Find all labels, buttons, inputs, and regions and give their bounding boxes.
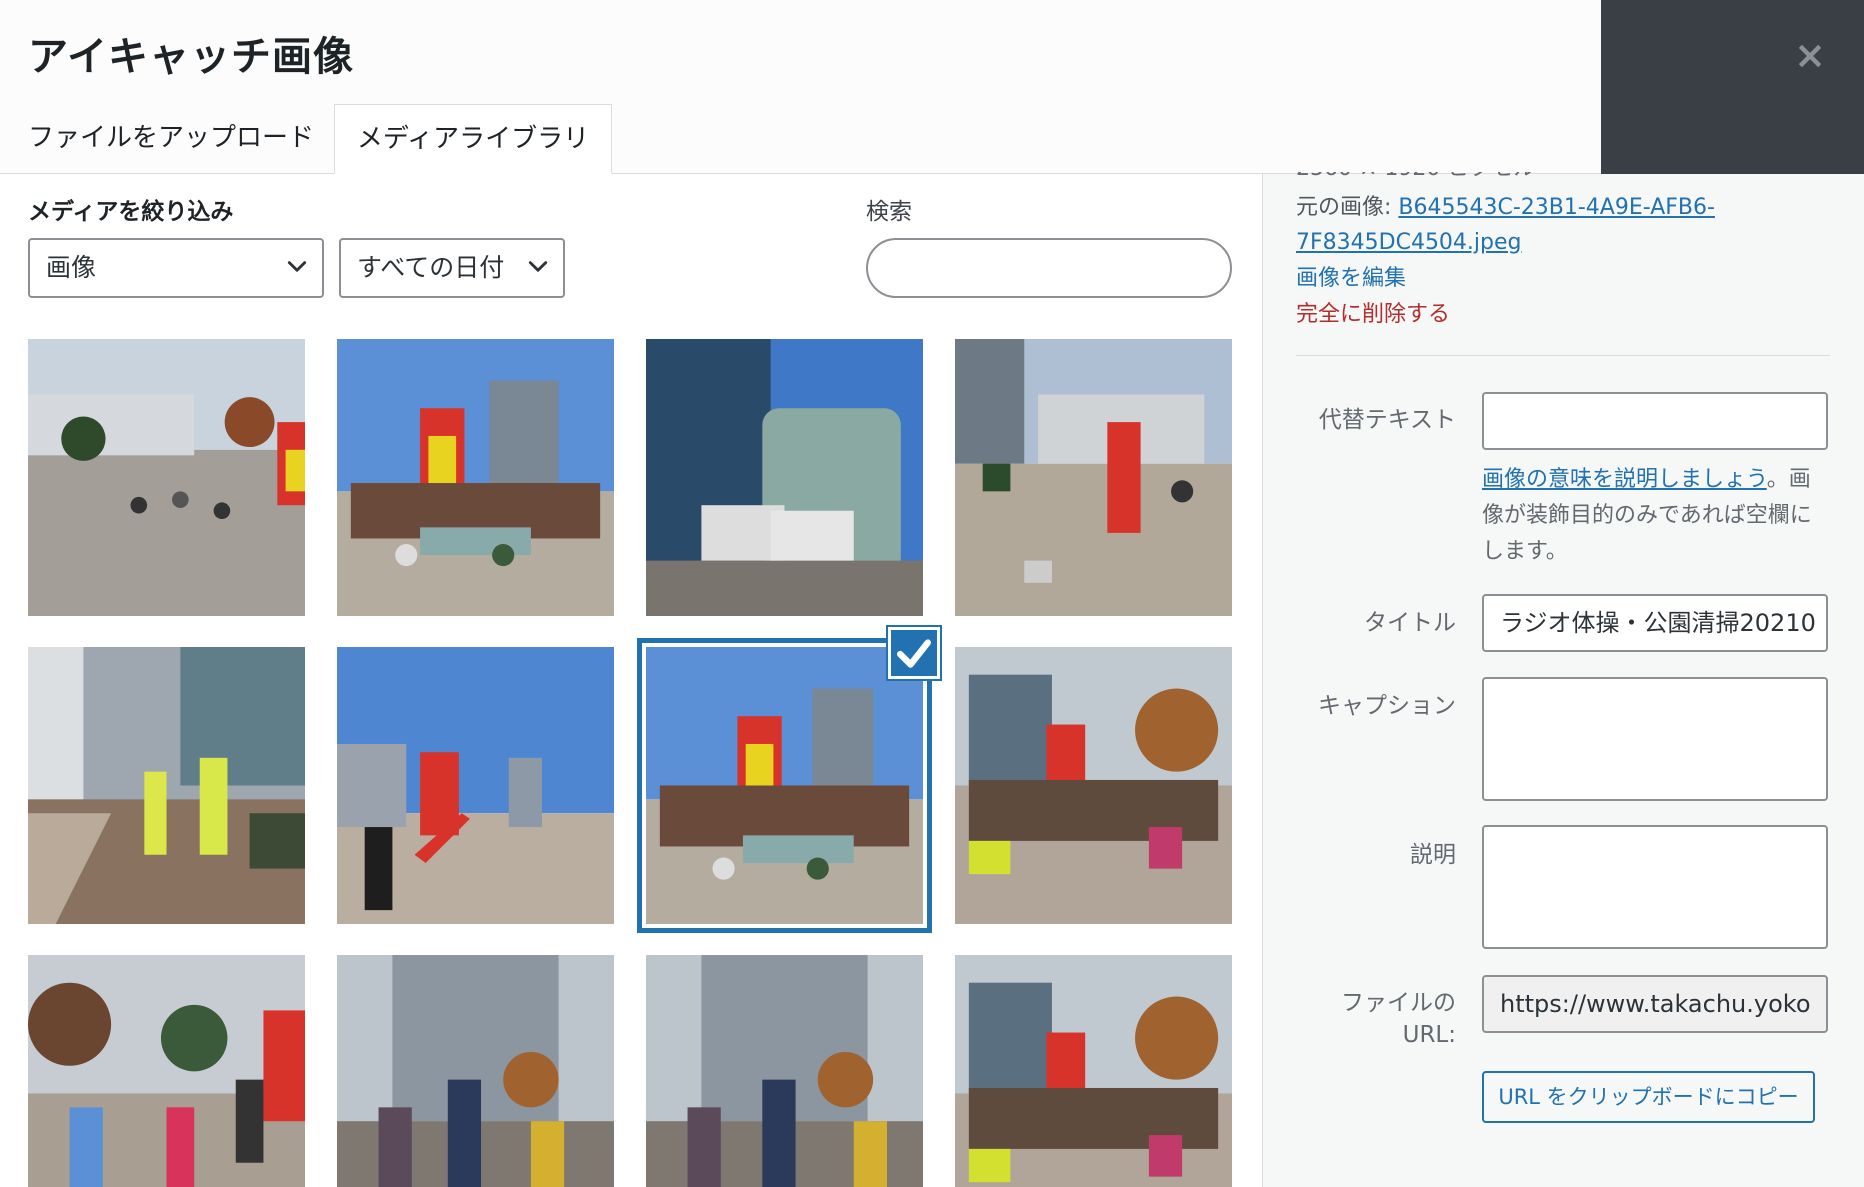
modal-title: アイキャッチ画像 <box>28 34 354 80</box>
description-field[interactable] <box>1482 825 1828 949</box>
media-thumbnail[interactable] <box>646 955 923 1187</box>
media-thumbnail[interactable] <box>28 339 305 616</box>
media-thumbnail[interactable] <box>646 339 923 616</box>
edit-image-row: 画像を編集 <box>1296 261 1406 297</box>
street-photo-image <box>28 647 305 924</box>
chevron-down-icon <box>287 261 307 272</box>
playground-photo-image <box>337 647 614 924</box>
delete-permanently-link[interactable]: 完全に削除する <box>1296 302 1450 327</box>
original-image-row-2: 7F8345DC4504.jpeg <box>1296 225 1522 261</box>
park-photo-image <box>28 339 305 616</box>
file-url-label-line1: ファイルの <box>1341 990 1456 1016</box>
close-icon[interactable]: × <box>1780 30 1840 80</box>
alt-text-help-text-3: します。 <box>1482 539 1568 564</box>
original-image-row: 元の画像: B645543C-23B1-4A9E-AFB6- <box>1296 190 1715 226</box>
park-photo-image <box>28 955 305 1187</box>
alt-text-help-link[interactable]: 画像の意味を説明しましょう <box>1482 467 1767 492</box>
playground-photo-image <box>955 339 1232 616</box>
building-photo-image <box>646 339 923 616</box>
alt-text-help: 画像の意味を説明しましょう。画 像が装飾目的のみであれば空欄に します。 <box>1482 462 1832 570</box>
original-image-label: 元の画像: <box>1296 195 1399 220</box>
group-photo-image <box>955 955 1232 1187</box>
divider <box>1296 355 1830 356</box>
media-thumbnail[interactable] <box>28 955 305 1187</box>
caption-field[interactable] <box>1482 677 1828 801</box>
search-label: 検索 <box>866 199 912 225</box>
date-select[interactable]: すべての日付 <box>339 238 565 298</box>
media-type-select[interactable]: 画像 <box>28 238 324 298</box>
media-thumbnail[interactable] <box>337 647 614 924</box>
alt-text-field[interactable] <box>1482 392 1828 450</box>
exercise-photo-image <box>337 955 614 1187</box>
media-thumbnail[interactable] <box>955 647 1232 924</box>
media-type-value: 画像 <box>46 253 97 282</box>
filter-label: メディアを絞り込み <box>28 199 234 225</box>
media-thumbnail[interactable] <box>337 339 614 616</box>
edit-image-link[interactable]: 画像を編集 <box>1296 266 1406 291</box>
group-photo-image <box>955 647 1232 924</box>
media-thumbnail[interactable] <box>955 955 1232 1187</box>
title-label: タイトル <box>1364 610 1456 636</box>
exercise-photo-image <box>646 955 923 1187</box>
original-image-link[interactable]: B645543C-23B1-4A9E-AFB6- <box>1398 195 1715 220</box>
tab-upload-files[interactable]: ファイルをアップロード <box>8 104 334 174</box>
delete-row: 完全に削除する <box>1296 297 1450 333</box>
chevron-down-icon <box>528 261 548 272</box>
media-thumbnail[interactable] <box>28 647 305 924</box>
description-label: 説明 <box>1410 842 1456 868</box>
file-url-label: ファイルの URL: <box>1256 987 1456 1051</box>
file-url-field[interactable]: https://www.takachu.yoko <box>1482 975 1828 1033</box>
modal-header: アイキャッチ画像 ファイルをアップロード メディアライブラリ <box>0 0 1601 174</box>
alt-text-label: 代替テキスト <box>1318 407 1456 433</box>
caption-label: キャプション <box>1318 693 1456 719</box>
search-input[interactable] <box>866 238 1232 298</box>
original-image-link-cont[interactable]: 7F8345DC4504.jpeg <box>1296 230 1522 255</box>
file-url-label-line2: URL: <box>1402 1022 1456 1048</box>
media-modal: アイキャッチ画像 ファイルをアップロード メディアライブラリ × メディアを絞り… <box>0 0 1864 1187</box>
date-value: すべての日付 <box>357 253 505 282</box>
checkmark-icon[interactable] <box>888 627 940 679</box>
media-thumbnail-selected[interactable] <box>637 638 932 933</box>
alt-text-help-text-2: 像が装飾目的のみであれば空欄に <box>1482 503 1812 528</box>
media-thumbnail[interactable] <box>337 955 614 1187</box>
copy-url-button[interactable]: URL をクリップボードにコピー <box>1482 1071 1815 1123</box>
alt-text-help-text: 。画 <box>1766 467 1811 492</box>
title-field[interactable]: ラジオ体操・公園清掃20210 <box>1482 594 1828 652</box>
group-photo-image <box>646 647 923 924</box>
media-thumbnail[interactable] <box>955 339 1232 616</box>
tab-media-library[interactable]: メディアライブラリ <box>334 104 612 174</box>
group-photo-image <box>337 339 614 616</box>
